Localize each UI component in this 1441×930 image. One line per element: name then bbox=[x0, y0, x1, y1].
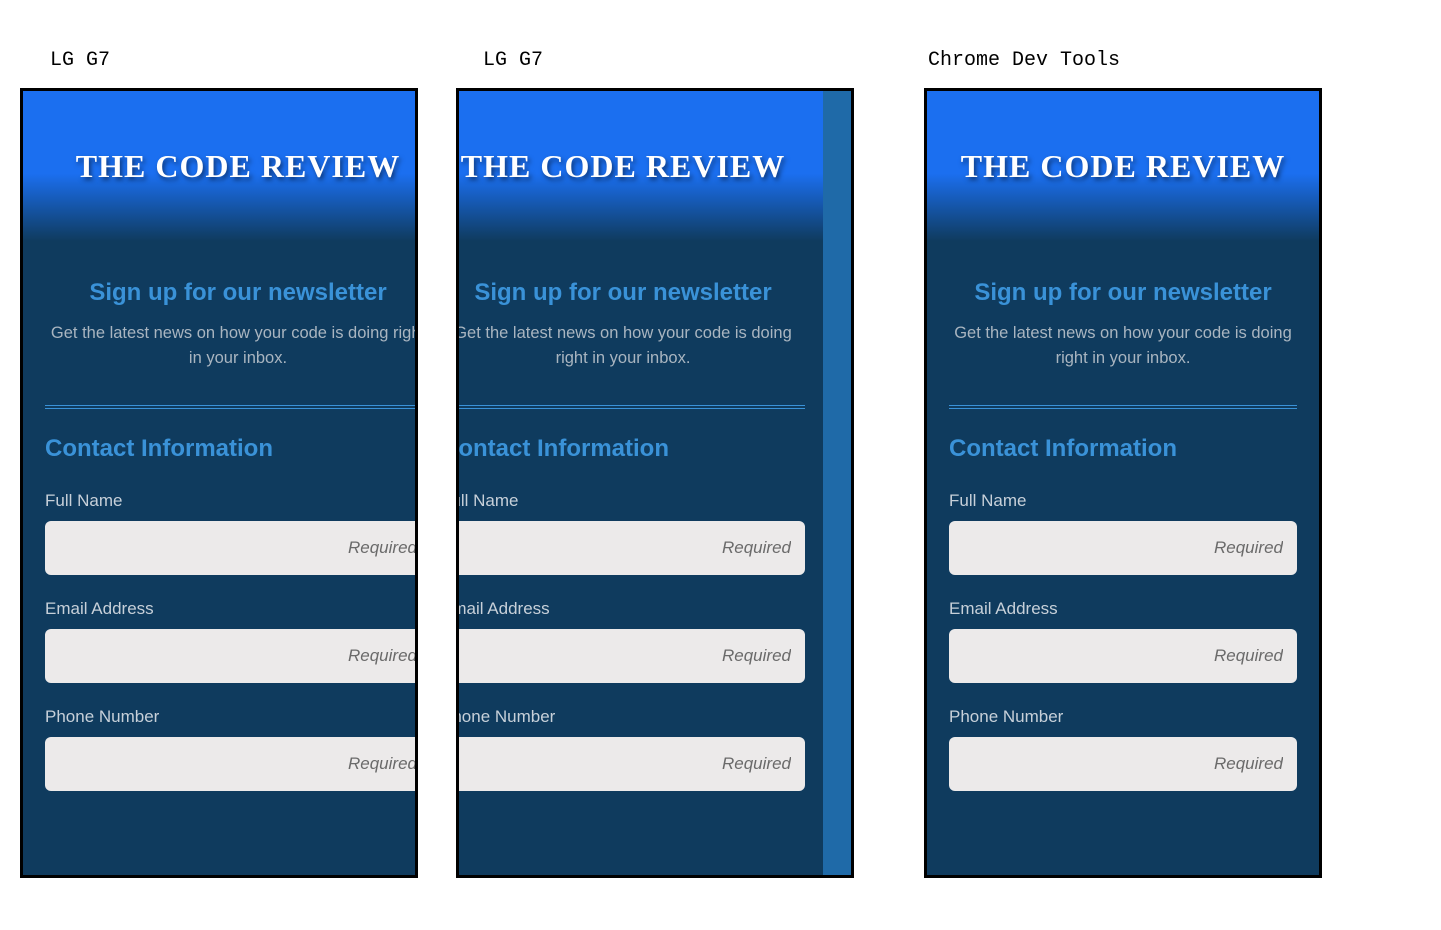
email-label: Email Address bbox=[456, 599, 805, 619]
full-name-input[interactable] bbox=[456, 521, 805, 575]
signup-subtitle: Get the latest news on how your code is … bbox=[456, 321, 805, 371]
full-name-label: Full Name bbox=[456, 491, 805, 511]
device-frame-chrome: THE CODE REVIEW Sign up for our newslett… bbox=[456, 88, 854, 878]
field-phone: Phone Number bbox=[949, 707, 1297, 791]
signup-heading: Sign up for our newsletter bbox=[949, 279, 1297, 307]
phone-input[interactable] bbox=[949, 737, 1297, 791]
site-title: THE CODE REVIEW bbox=[461, 148, 785, 185]
email-label: Email Address bbox=[45, 599, 418, 619]
field-full-name: Full Name bbox=[949, 491, 1297, 575]
overflow-gutter bbox=[823, 91, 851, 875]
caption-line: LG G7 bbox=[483, 49, 543, 72]
content-area: Sign up for our newsletter Get the lates… bbox=[23, 241, 418, 791]
signup-heading: Sign up for our newsletter bbox=[456, 279, 805, 307]
device-frame-devtools: THE CODE REVIEW Sign up for our newslett… bbox=[924, 88, 1322, 878]
device-frame-edge: THE CODE REVIEW Sign up for our newslett… bbox=[20, 88, 418, 878]
phone-label: Phone Number bbox=[45, 707, 418, 727]
contact-info-heading: Contact Information bbox=[456, 435, 805, 463]
contact-info-heading: Contact Information bbox=[949, 435, 1297, 463]
site-title: THE CODE REVIEW bbox=[76, 148, 400, 185]
content-area: Sign up for our newsletter Get the lates… bbox=[927, 241, 1319, 791]
contact-info-heading: Contact Information bbox=[45, 435, 418, 463]
full-name-input[interactable] bbox=[45, 521, 418, 575]
section-divider bbox=[949, 405, 1297, 409]
content-area: Sign up for our newsletter Get the lates… bbox=[456, 241, 827, 791]
field-email: Email Address bbox=[45, 599, 418, 683]
caption-line: LG G7 bbox=[50, 49, 110, 72]
field-phone: Phone Number bbox=[456, 707, 805, 791]
phone-input[interactable] bbox=[45, 737, 418, 791]
phone-label: Phone Number bbox=[949, 707, 1297, 727]
phone-input[interactable] bbox=[456, 737, 805, 791]
signup-subtitle: Get the latest news on how your code is … bbox=[949, 321, 1297, 371]
full-name-input[interactable] bbox=[949, 521, 1297, 575]
site-title: THE CODE REVIEW bbox=[961, 148, 1285, 185]
hero-banner: THE CODE REVIEW bbox=[456, 91, 827, 241]
signup-subtitle: Get the latest news on how your code is … bbox=[45, 321, 418, 371]
hero-banner: THE CODE REVIEW bbox=[927, 91, 1319, 241]
field-email: Email Address bbox=[456, 599, 805, 683]
field-full-name: Full Name bbox=[456, 491, 805, 575]
page-viewport: THE CODE REVIEW Sign up for our newslett… bbox=[23, 91, 418, 875]
page-viewport: THE CODE REVIEW Sign up for our newslett… bbox=[927, 91, 1319, 875]
section-divider bbox=[45, 405, 418, 409]
signup-heading: Sign up for our newsletter bbox=[45, 279, 418, 307]
full-name-label: Full Name bbox=[949, 491, 1297, 511]
section-divider bbox=[456, 405, 805, 409]
email-label: Email Address bbox=[949, 599, 1297, 619]
caption-line: Chrome Dev Tools bbox=[928, 49, 1120, 72]
phone-label: Phone Number bbox=[456, 707, 805, 727]
page-viewport: THE CODE REVIEW Sign up for our newslett… bbox=[456, 91, 827, 875]
field-phone: Phone Number bbox=[45, 707, 418, 791]
full-name-label: Full Name bbox=[45, 491, 418, 511]
hero-banner: THE CODE REVIEW bbox=[23, 91, 418, 241]
email-input[interactable] bbox=[949, 629, 1297, 683]
email-input[interactable] bbox=[456, 629, 805, 683]
field-email: Email Address bbox=[949, 599, 1297, 683]
field-full-name: Full Name bbox=[45, 491, 418, 575]
email-input[interactable] bbox=[45, 629, 418, 683]
